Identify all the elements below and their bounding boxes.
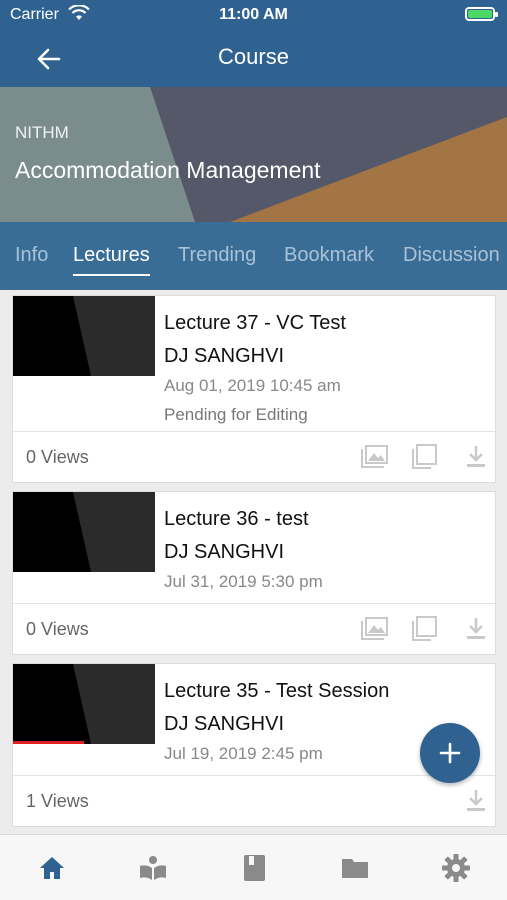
- tab-trending[interactable]: Trending: [178, 244, 256, 267]
- tab-info[interactable]: Info: [15, 244, 48, 267]
- navigation-bar: Course: [0, 30, 507, 87]
- tab-lectures[interactable]: Lectures: [73, 244, 150, 276]
- download-icon[interactable]: [465, 444, 487, 475]
- video-thumbnail[interactable]: [13, 296, 155, 376]
- card-footer: 0 Views: [13, 431, 495, 482]
- course-banner: NITHM Accommodation Management: [0, 87, 507, 222]
- copy-icon[interactable]: [410, 616, 438, 647]
- active-tab-indicator: [73, 274, 150, 276]
- course-name: Accommodation Management: [15, 157, 321, 183]
- lecture-title: Lecture 36 - test: [164, 508, 309, 530]
- page-title: Course: [218, 44, 289, 69]
- lecture-date: Jul 19, 2019 2:45 pm: [164, 744, 323, 763]
- watch-progress-bar: [13, 741, 84, 744]
- lecture-author: DJ SANGHVI: [164, 713, 285, 735]
- tab-lectures-label: Lectures: [73, 244, 150, 266]
- view-count: 0 Views: [26, 447, 89, 467]
- lecture-author: DJ SANGHVI: [164, 345, 285, 367]
- lecture-card[interactable]: Lecture 36 - test DJ SANGHVI Jul 31, 201…: [12, 491, 496, 655]
- video-thumbnail[interactable]: [13, 664, 155, 744]
- tab-discussion[interactable]: Discussion: [403, 244, 500, 267]
- bottom-navigation: [0, 834, 507, 900]
- lecture-date: Jul 31, 2019 5:30 pm: [164, 572, 323, 591]
- banner-background: [0, 87, 507, 222]
- status-bar: Carrier 11:00 AM: [0, 0, 507, 30]
- gear-icon[interactable]: [441, 853, 471, 883]
- card-footer: 0 Views: [13, 603, 495, 654]
- video-thumbnail[interactable]: [13, 492, 155, 572]
- add-lecture-button[interactable]: [420, 723, 480, 783]
- plus-icon: [439, 742, 461, 764]
- gallery-icon[interactable]: [359, 444, 389, 475]
- lecture-status: Pending for Editing: [164, 405, 308, 424]
- gallery-icon[interactable]: [359, 616, 389, 647]
- home-icon[interactable]: [37, 853, 67, 883]
- battery-icon: [465, 7, 498, 21]
- copy-icon[interactable]: [410, 444, 438, 475]
- organization-name: NITHM: [15, 123, 69, 142]
- lecture-card[interactable]: Lecture 37 - VC Test DJ SANGHVI Aug 01, …: [12, 295, 496, 483]
- download-icon[interactable]: [465, 788, 487, 819]
- reader-icon[interactable]: [138, 853, 168, 883]
- book-icon[interactable]: [240, 853, 270, 883]
- tab-bar: Info Lectures Trending Bookmark Discussi…: [0, 222, 507, 290]
- lecture-title: Lecture 37 - VC Test: [164, 312, 346, 334]
- lecture-author: DJ SANGHVI: [164, 541, 285, 563]
- lecture-date: Aug 01, 2019 10:45 am: [164, 376, 341, 395]
- tab-bookmark[interactable]: Bookmark: [284, 244, 374, 267]
- view-count: 0 Views: [26, 619, 89, 639]
- lecture-title: Lecture 35 - Test Session: [164, 680, 390, 702]
- view-count: 1 Views: [26, 791, 89, 811]
- folder-icon[interactable]: [340, 853, 370, 883]
- download-icon[interactable]: [465, 616, 487, 647]
- clock: 11:00 AM: [219, 6, 288, 23]
